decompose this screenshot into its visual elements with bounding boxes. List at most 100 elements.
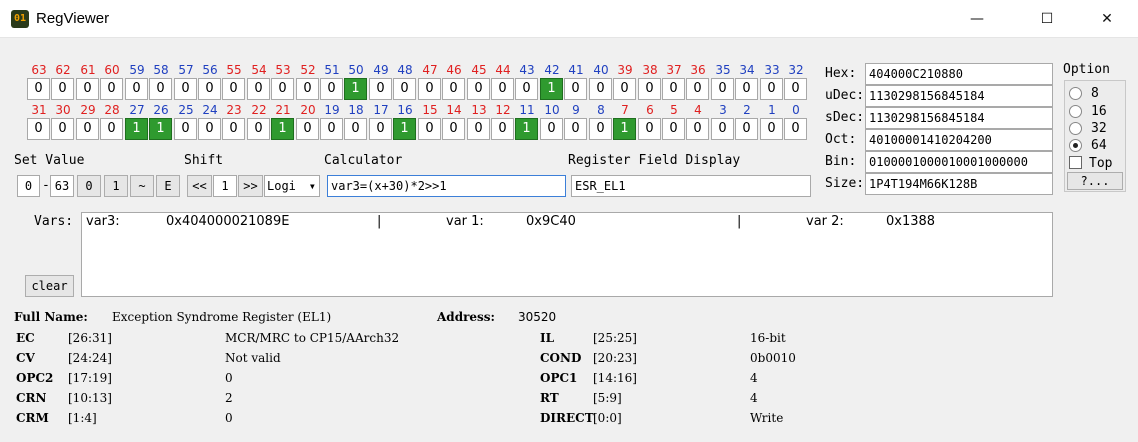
bit-toggle-60[interactable]: 0	[100, 78, 123, 100]
bit-number: 53	[275, 63, 291, 77]
bit-toggle-46[interactable]: 0	[442, 78, 465, 100]
bit-toggle-51[interactable]: 0	[320, 78, 343, 100]
bit-toggle-29[interactable]: 0	[76, 118, 99, 140]
bin-field[interactable]: 0100001000010001000000	[865, 151, 1053, 173]
bit-toggle-42[interactable]: 1	[540, 78, 563, 100]
vars-area[interactable]: var3: 0x404000021089E | var 1: 0x9C40 | …	[81, 212, 1053, 297]
bit-toggle-62[interactable]: 0	[51, 78, 74, 100]
top-checkbox[interactable]	[1069, 156, 1082, 169]
set-one-button[interactable]: 1	[104, 175, 128, 197]
bit-toggle-61[interactable]: 0	[76, 78, 99, 100]
radio-32[interactable]	[1069, 122, 1082, 135]
bit-toggle-31[interactable]: 0	[27, 118, 50, 140]
shift-right-button[interactable]: >>	[238, 175, 263, 197]
radio-16[interactable]	[1069, 105, 1082, 118]
close-button[interactable]: ✕	[1084, 0, 1130, 38]
bit-toggle-39[interactable]: 0	[613, 78, 636, 100]
bit-toggle-22[interactable]: 0	[247, 118, 270, 140]
field-range: [17:19]	[68, 371, 112, 385]
set-value-to[interactable]: 63	[50, 175, 74, 197]
bit-toggle-49[interactable]: 0	[369, 78, 392, 100]
bit-toggle-16[interactable]: 1	[393, 118, 416, 140]
set-value-from[interactable]: 0	[17, 175, 40, 197]
bit-toggle-15[interactable]: 0	[418, 118, 441, 140]
bit-toggle-43[interactable]: 0	[515, 78, 538, 100]
bit-toggle-40[interactable]: 0	[589, 78, 612, 100]
bit-toggle-7[interactable]: 1	[613, 118, 636, 140]
bit-toggle-21[interactable]: 1	[271, 118, 294, 140]
app-icon: 01	[11, 10, 29, 28]
field-value: 16-bit	[750, 331, 786, 345]
bit-toggle-8[interactable]: 0	[589, 118, 612, 140]
bit-toggle-9[interactable]: 0	[564, 118, 587, 140]
bit-toggle-63[interactable]: 0	[27, 78, 50, 100]
bit-toggle-25[interactable]: 0	[174, 118, 197, 140]
bit-toggle-20[interactable]: 0	[296, 118, 319, 140]
bit-toggle-45[interactable]: 0	[467, 78, 490, 100]
shift-mode-select[interactable]: Logi ▾	[264, 175, 320, 197]
bit-toggle-35[interactable]: 0	[711, 78, 734, 100]
bit-toggle-13[interactable]: 0	[467, 118, 490, 140]
bit-toggle-27[interactable]: 1	[125, 118, 148, 140]
bit-toggle-0[interactable]: 0	[784, 118, 807, 140]
bit-toggle-23[interactable]: 0	[222, 118, 245, 140]
bit-toggle-41[interactable]: 0	[564, 78, 587, 100]
bit-toggle-1[interactable]: 0	[760, 118, 783, 140]
hex-field[interactable]: 404000C210880	[865, 63, 1053, 85]
radio-8[interactable]	[1069, 87, 1082, 100]
bit-toggle-14[interactable]: 0	[442, 118, 465, 140]
bit-toggle-59[interactable]: 0	[125, 78, 148, 100]
bit-toggle-30[interactable]: 0	[51, 118, 74, 140]
bit-toggle-26[interactable]: 1	[149, 118, 172, 140]
bit-toggle-24[interactable]: 0	[198, 118, 221, 140]
bit-toggle-11[interactable]: 1	[515, 118, 538, 140]
bit-toggle-33[interactable]: 0	[760, 78, 783, 100]
bit-toggle-56[interactable]: 0	[198, 78, 221, 100]
radio-64[interactable]	[1069, 139, 1082, 152]
bit-toggle-12[interactable]: 0	[491, 118, 514, 140]
bit-toggle-38[interactable]: 0	[638, 78, 661, 100]
bit-toggle-17[interactable]: 0	[369, 118, 392, 140]
bit-toggle-47[interactable]: 0	[418, 78, 441, 100]
size-field[interactable]: 1P4T194M66K128B	[865, 173, 1053, 195]
bit-toggle-28[interactable]: 0	[100, 118, 123, 140]
udec-field[interactable]: 1130298156845184	[865, 85, 1053, 107]
bit-toggle-48[interactable]: 0	[393, 78, 416, 100]
minimize-button[interactable]: —	[954, 0, 1000, 38]
bit-toggle-52[interactable]: 0	[296, 78, 319, 100]
bit-toggle-18[interactable]: 0	[344, 118, 367, 140]
calculator-input[interactable]: var3=(x+30)*2>>1	[327, 175, 566, 197]
clear-button[interactable]: clear	[25, 275, 74, 297]
bit-toggle-6[interactable]: 0	[638, 118, 661, 140]
bit-toggle-4[interactable]: 0	[686, 118, 709, 140]
oct-field[interactable]: 40100001410204200	[865, 129, 1053, 151]
shift-left-button[interactable]: <<	[187, 175, 212, 197]
bit-toggle-34[interactable]: 0	[735, 78, 758, 100]
bit-toggle-58[interactable]: 0	[149, 78, 172, 100]
bit-toggle-57[interactable]: 0	[174, 78, 197, 100]
invert-button[interactable]: ~	[130, 175, 154, 197]
bit-toggle-10[interactable]: 0	[540, 118, 563, 140]
bit-toggle-5[interactable]: 0	[662, 118, 685, 140]
bit-toggle-53[interactable]: 0	[271, 78, 294, 100]
bit-toggle-50[interactable]: 1	[344, 78, 367, 100]
shift-amount[interactable]: 1	[213, 175, 237, 197]
field-range: [1:4]	[68, 411, 97, 425]
bit-toggle-54[interactable]: 0	[247, 78, 270, 100]
help-button[interactable]: ?...	[1067, 172, 1123, 190]
bit-toggle-3[interactable]: 0	[711, 118, 734, 140]
radio-16-label: 16	[1091, 104, 1107, 119]
bit-toggle-44[interactable]: 0	[491, 78, 514, 100]
bit-toggle-19[interactable]: 0	[320, 118, 343, 140]
sdec-field[interactable]: 1130298156845184	[865, 107, 1053, 129]
bit-toggle-55[interactable]: 0	[222, 78, 245, 100]
maximize-button[interactable]: ☐	[1024, 0, 1070, 38]
bit-number: 35	[715, 63, 731, 77]
set-zero-button[interactable]: 0	[77, 175, 101, 197]
bit-toggle-2[interactable]: 0	[735, 118, 758, 140]
bit-toggle-37[interactable]: 0	[662, 78, 685, 100]
e-button[interactable]: E	[156, 175, 180, 197]
bit-toggle-32[interactable]: 0	[784, 78, 807, 100]
bit-toggle-36[interactable]: 0	[686, 78, 709, 100]
register-field-input[interactable]: ESR_EL1	[571, 175, 811, 197]
